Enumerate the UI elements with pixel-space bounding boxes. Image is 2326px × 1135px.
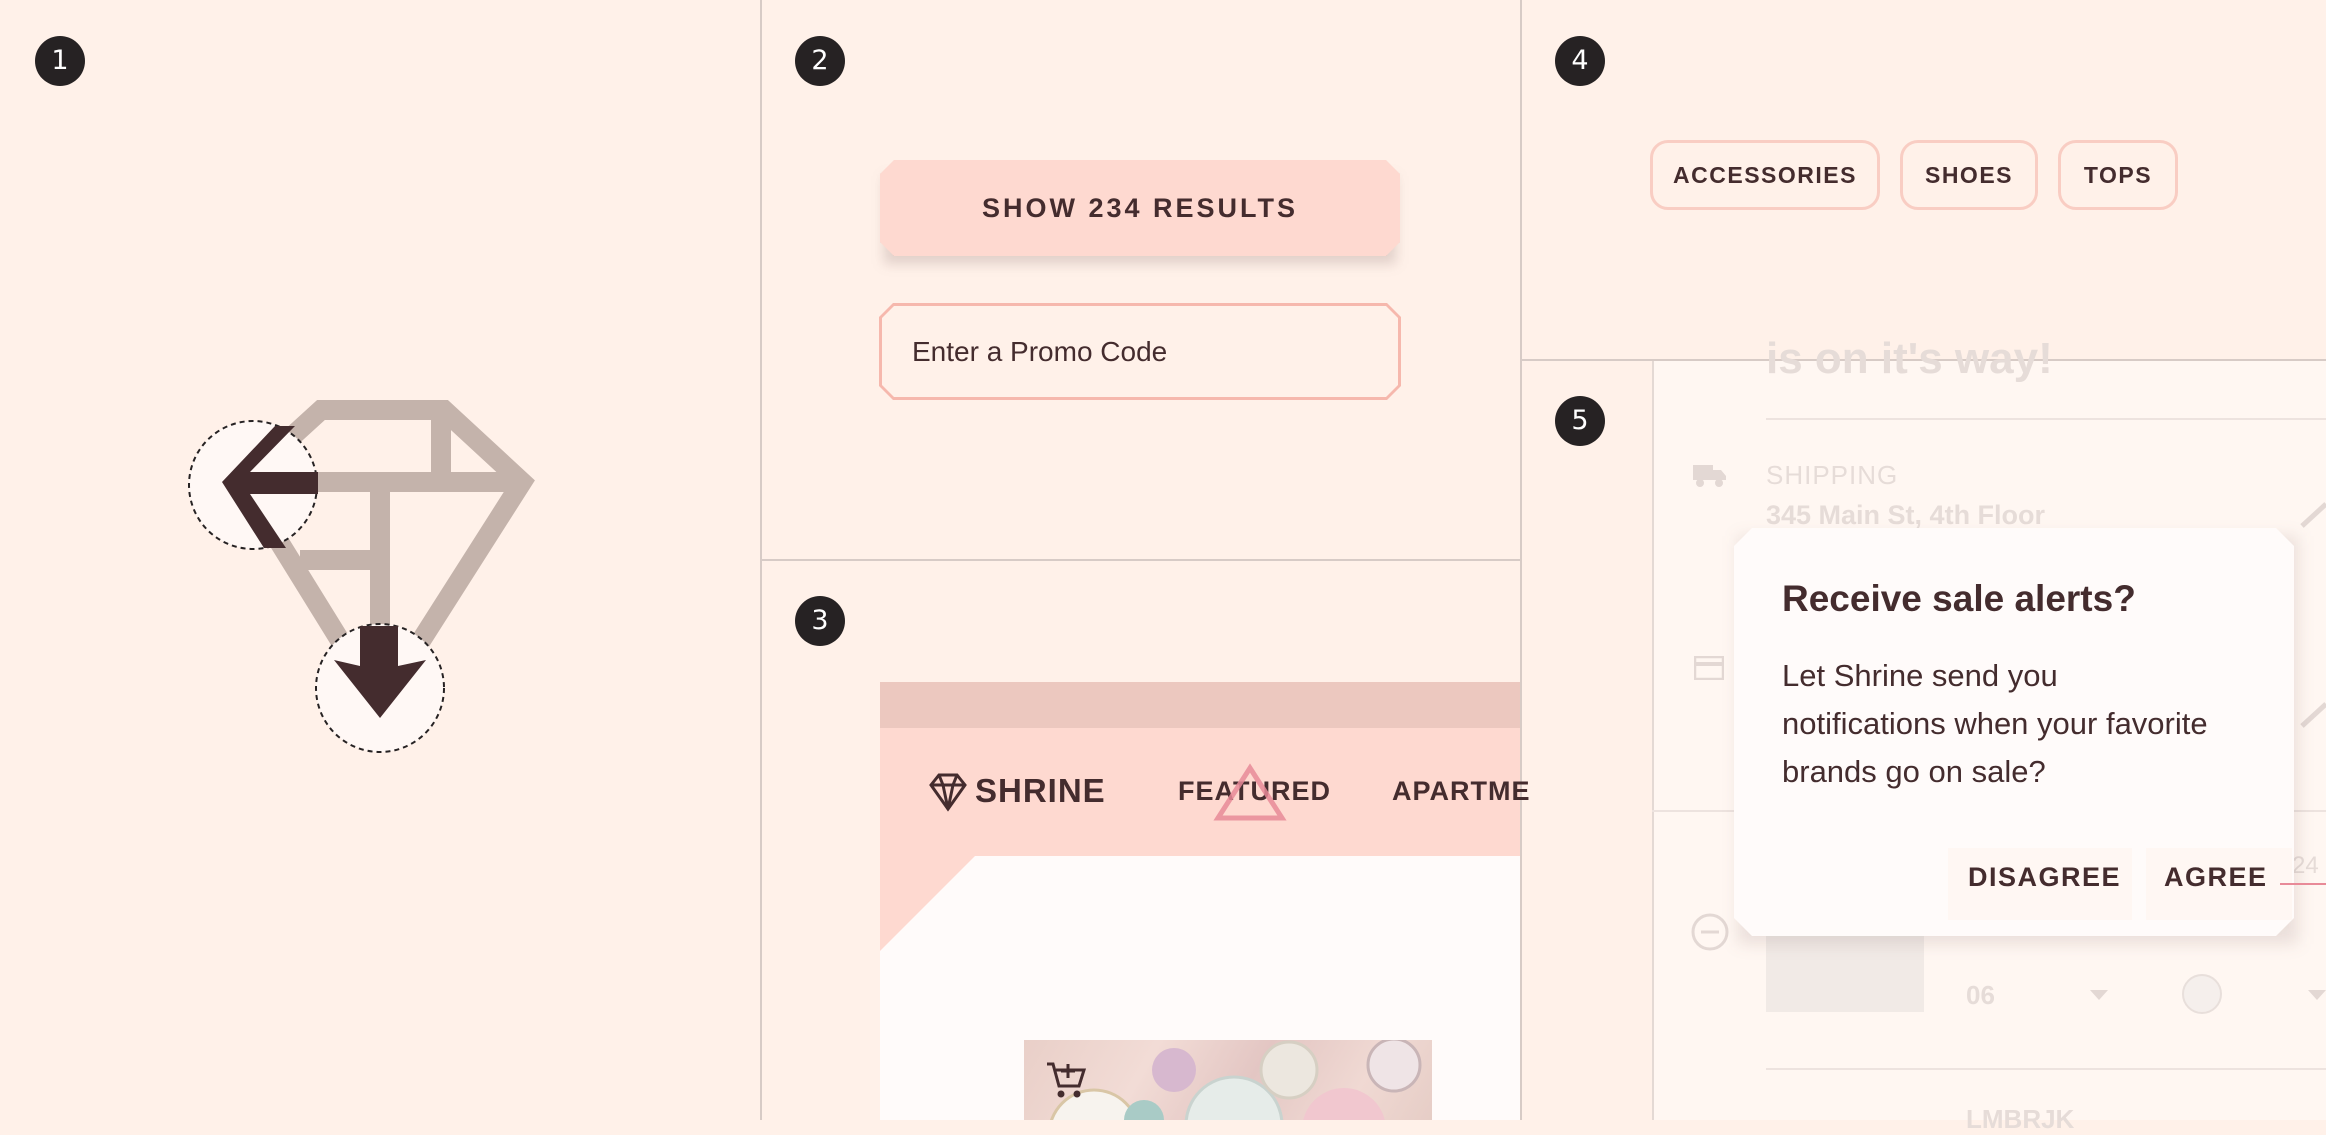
shipping-truck-icon bbox=[1693, 465, 1726, 487]
chip-accessories[interactable]: ACCESSORIES bbox=[1650, 140, 1880, 210]
chip-tops[interactable]: TOPS bbox=[2058, 140, 2178, 210]
agree-pointer-line bbox=[2280, 883, 2326, 885]
faded-divider-1 bbox=[1766, 418, 2326, 420]
sheet-edge bbox=[1652, 361, 1654, 1120]
faded-shipping-address: 345 Main St, 4th Floor bbox=[1766, 500, 2046, 530]
panel-number-4: 4 bbox=[1555, 36, 1605, 86]
nav-item-apartment[interactable]: APARTME bbox=[1392, 776, 1531, 807]
dialog-body: Let Shrine send you notifications when y… bbox=[1782, 658, 2208, 789]
faded-dropdown-arrow-icon bbox=[2090, 990, 2108, 1000]
diamond-logo-icon bbox=[188, 400, 535, 753]
faded-shipping-label: SHIPPING bbox=[1766, 460, 1899, 490]
panel-number-2: 2 bbox=[795, 36, 845, 86]
shrine-brand-title: SHRINE bbox=[975, 772, 1106, 809]
selected-triangle-indicator-icon bbox=[1213, 763, 1287, 821]
divider-vertical-2 bbox=[1520, 0, 1522, 1120]
divider-horizontal-panel2-3 bbox=[762, 559, 1520, 561]
faded-edit-icon-2 bbox=[2300, 702, 2326, 728]
dialog-title: Receive sale alerts? bbox=[1782, 578, 2136, 619]
faded-dropdown-arrow-icon-2 bbox=[2308, 990, 2326, 1000]
product-photo[interactable] bbox=[1024, 1040, 1432, 1120]
faded-edit-icon bbox=[2300, 502, 2326, 528]
faded-color-swatch bbox=[2182, 974, 2222, 1014]
panel-number-3: 3 bbox=[795, 596, 845, 646]
add-to-cart-icon[interactable] bbox=[1044, 1058, 1088, 1102]
faded-divider-3 bbox=[1766, 1068, 2326, 1070]
remove-circle-icon bbox=[1691, 913, 1729, 951]
promo-code-input[interactable]: Enter a Promo Code bbox=[882, 306, 1398, 397]
agree-button[interactable]: AGREE bbox=[2164, 862, 2268, 893]
show-results-button[interactable]: SHOW 234 RESULTS bbox=[880, 160, 1400, 256]
disagree-button[interactable]: DISAGREE bbox=[1968, 862, 2121, 893]
chip-shoes[interactable]: SHOES bbox=[1900, 140, 2038, 210]
panel-number-5: 5 bbox=[1555, 396, 1605, 446]
promo-code-field[interactable]: Enter a Promo Code bbox=[879, 303, 1401, 400]
faded-heading: is on it's way! bbox=[1766, 334, 2053, 383]
shrine-diamond-icon[interactable] bbox=[928, 772, 968, 812]
app-status-strip bbox=[880, 682, 1520, 728]
faded-size-value: 06 bbox=[1966, 980, 1995, 1010]
faded-card-icon bbox=[1694, 656, 1724, 680]
